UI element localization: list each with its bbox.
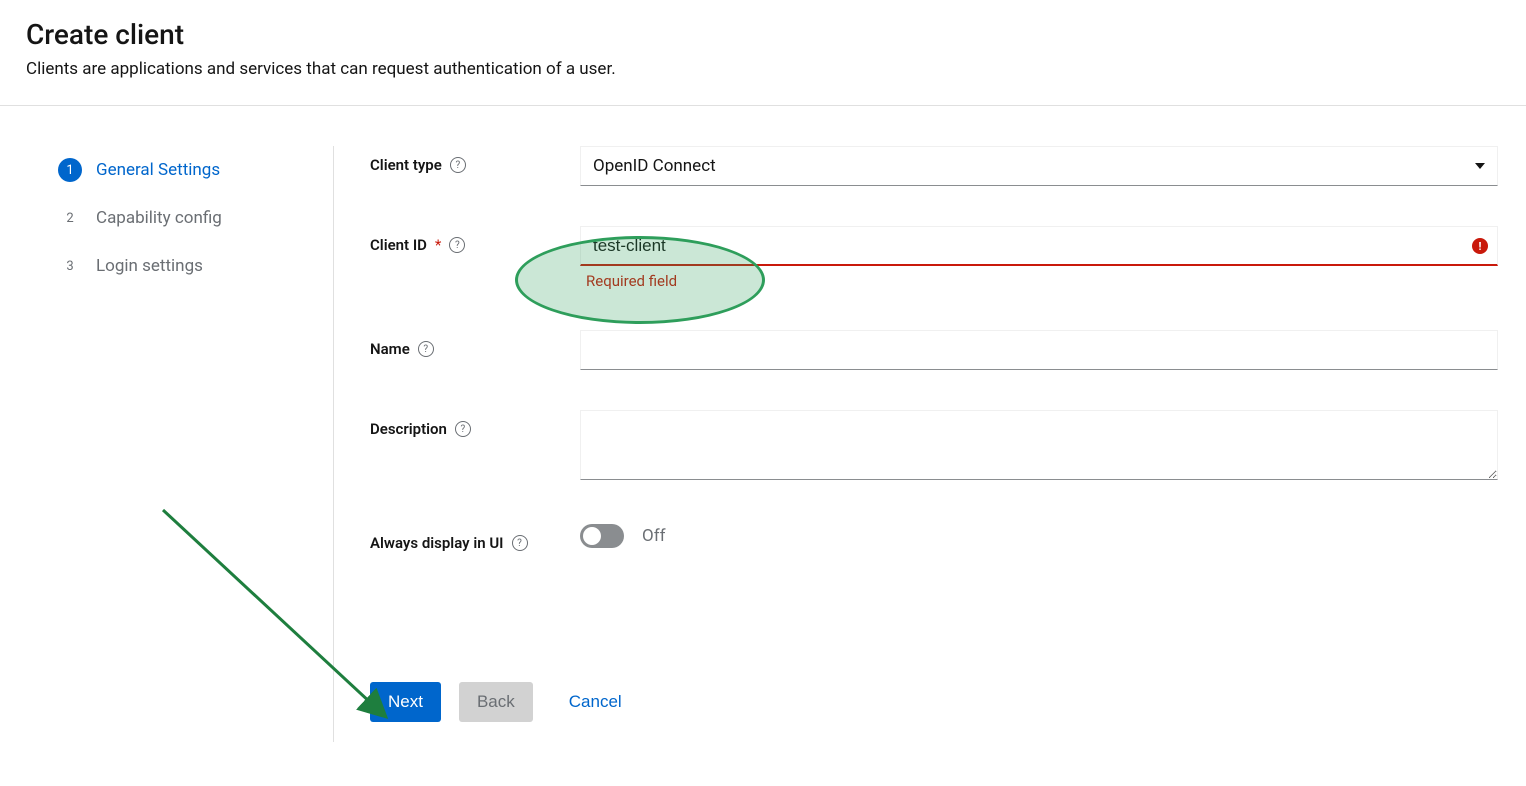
name-label: Name <box>370 340 410 358</box>
page-content: 1 General Settings 2 Capability config 3… <box>0 106 1526 742</box>
wizard-stepper: 1 General Settings 2 Capability config 3… <box>54 146 334 742</box>
help-icon[interactable]: ? <box>455 421 471 437</box>
next-button[interactable]: Next <box>370 682 441 722</box>
field-description: Description ? <box>370 410 1498 484</box>
step-number: 2 <box>58 206 82 230</box>
cancel-button[interactable]: Cancel <box>551 682 640 722</box>
form-fields: Client type ? OpenID Connect Client ID *… <box>370 146 1498 552</box>
always-display-label: Always display in UI <box>370 534 504 552</box>
step-capability-config[interactable]: 2 Capability config <box>54 194 333 242</box>
always-display-toggle[interactable] <box>580 524 624 548</box>
back-button[interactable]: Back <box>459 682 533 722</box>
client-id-label: Client ID <box>370 236 427 254</box>
description-input[interactable] <box>580 410 1498 480</box>
help-icon[interactable]: ? <box>450 157 466 173</box>
step-general-settings[interactable]: 1 General Settings <box>54 146 333 194</box>
wizard-buttons: Next Back Cancel <box>370 552 1498 742</box>
step-label: General Settings <box>96 160 220 180</box>
control-col <box>580 410 1498 484</box>
help-icon[interactable]: ? <box>449 237 465 253</box>
step-label: Capability config <box>96 208 222 228</box>
help-icon[interactable]: ? <box>512 535 528 551</box>
page-header: Create client Clients are applications a… <box>0 0 1526 106</box>
label-col: Name ? <box>370 330 580 358</box>
page-title: Create client <box>26 18 1500 51</box>
form-area: Client type ? OpenID Connect Client ID *… <box>334 146 1526 742</box>
toggle-knob <box>583 527 601 545</box>
step-label: Login settings <box>96 256 203 276</box>
client-id-error: Required field <box>586 272 1498 290</box>
label-col: Client ID * ? <box>370 226 580 254</box>
control-col: ! Required field <box>580 226 1498 290</box>
help-icon[interactable]: ? <box>418 341 434 357</box>
description-label: Description <box>370 420 447 438</box>
chevron-down-icon <box>1475 163 1485 169</box>
required-indicator: * <box>435 236 441 254</box>
toggle-row: Off <box>580 524 1498 548</box>
label-col: Client type ? <box>370 146 580 174</box>
control-col <box>580 330 1498 370</box>
step-number: 3 <box>58 254 82 278</box>
client-type-label: Client type <box>370 156 442 174</box>
step-number: 1 <box>58 158 82 182</box>
label-col: Always display in UI ? <box>370 524 580 552</box>
control-col: Off <box>580 524 1498 548</box>
toggle-state-label: Off <box>642 526 666 546</box>
control-col: OpenID Connect <box>580 146 1498 186</box>
step-login-settings[interactable]: 3 Login settings <box>54 242 333 290</box>
client-id-input[interactable] <box>580 226 1498 266</box>
name-input[interactable] <box>580 330 1498 370</box>
error-icon: ! <box>1472 238 1488 254</box>
field-always-display: Always display in UI ? Off <box>370 524 1498 552</box>
client-type-select[interactable]: OpenID Connect <box>580 146 1498 186</box>
page-description: Clients are applications and services th… <box>26 59 1500 79</box>
label-col: Description ? <box>370 410 580 438</box>
client-type-value: OpenID Connect <box>593 156 716 176</box>
field-name: Name ? <box>370 330 1498 370</box>
field-client-id: Client ID * ? ! Required field <box>370 226 1498 290</box>
field-client-type: Client type ? OpenID Connect <box>370 146 1498 186</box>
